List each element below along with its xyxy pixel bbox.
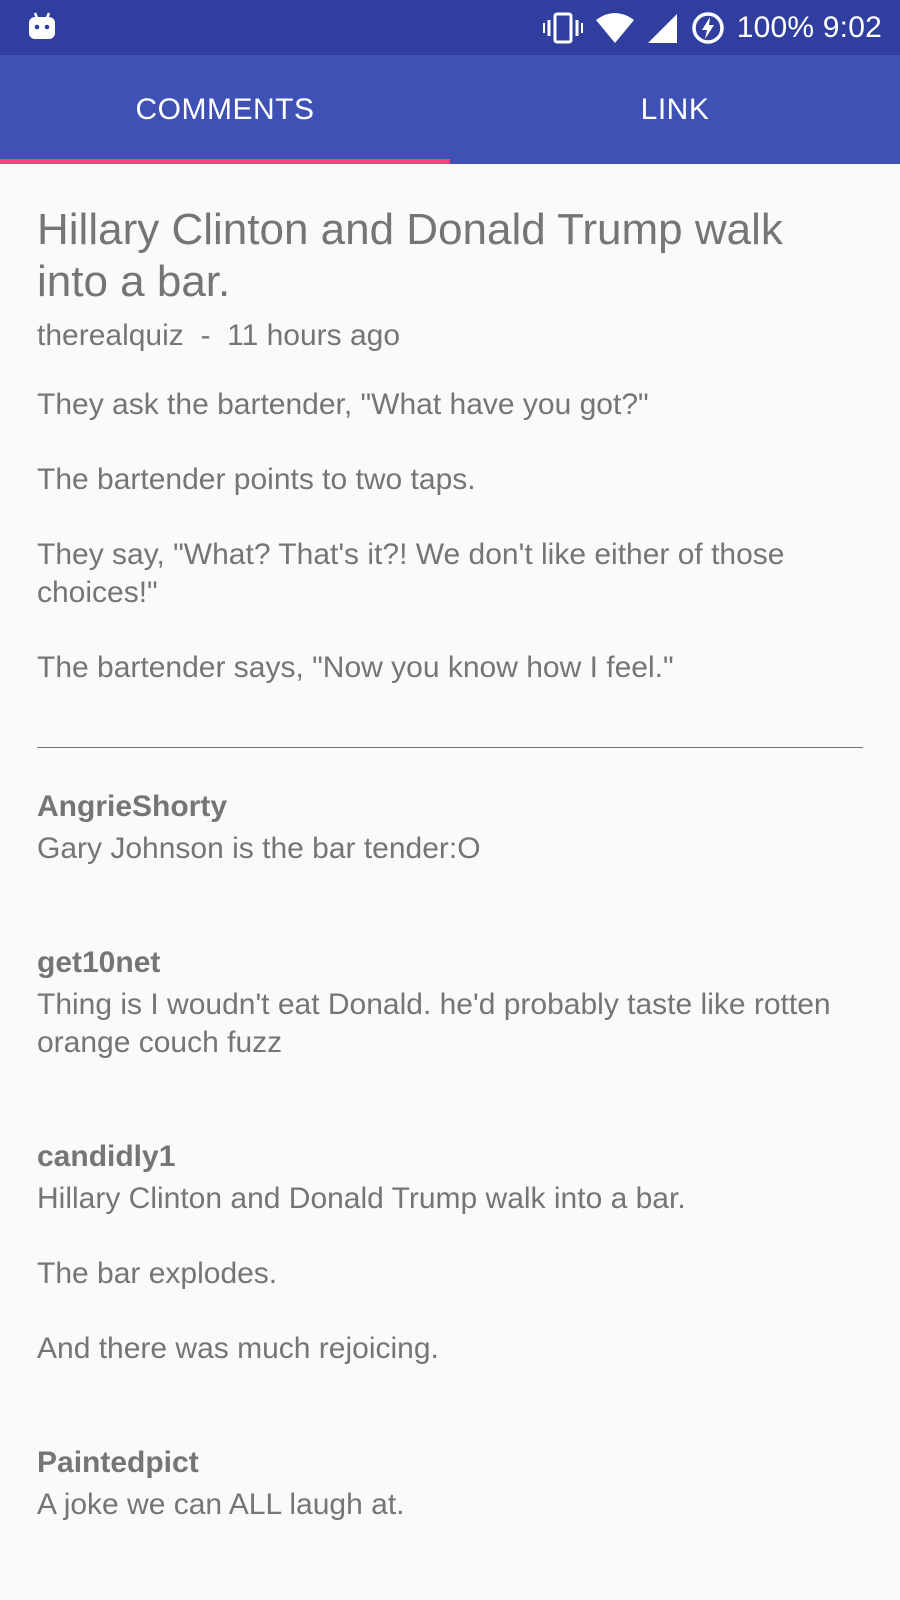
comment-author[interactable]: candidly1 [37,1138,863,1176]
tab-link[interactable]: LINK [450,55,900,164]
divider [37,747,863,748]
post-content: Hillary Clinton and Donald Trump walk in… [37,164,863,1524]
post-title: Hillary Clinton and Donald Trump walk in… [37,205,783,306]
comment-text: Gary Johnson is the bar tender:O [37,830,863,868]
tab-bar: COMMENTS LINK [0,55,900,164]
meta-separator: - [200,319,211,352]
comment: get10net Thing is I woudn't eat Donald. … [37,944,863,1062]
status-bar: 100% 9:02 [0,0,900,55]
wifi-icon [595,12,635,44]
tab-comments[interactable]: COMMENTS [0,55,450,164]
vibrate-icon [542,12,583,44]
comment-author[interactable]: Paintedpict [37,1444,863,1482]
clock: 9:02 [822,10,882,44]
post-time: 11 hours ago [227,319,401,352]
comment: AngrieShorty Gary Johnson is the bar ten… [37,788,863,868]
battery-charging-icon [691,11,725,45]
comment-paragraph: Thing is I woudn't eat Donald. he'd prob… [37,988,831,1059]
post-body-paragraph: The bartender points to two taps. [37,463,476,496]
comment-paragraph: A joke we can ALL laugh at. [37,1488,405,1521]
android-notification-icon [28,11,56,46]
comment-text: A joke we can ALL laugh at. [37,1486,863,1524]
comment: Paintedpict A joke we can ALL laugh at. [37,1444,863,1524]
comment-paragraph: The bar explodes. [37,1257,278,1290]
cell-signal-icon [647,12,679,44]
comment-paragraph: Gary Johnson is the bar tender:O [37,832,481,865]
post-body-paragraph: They ask the bartender, "What have you g… [37,388,649,421]
comment-paragraph: And there was much rejoicing. [37,1332,439,1365]
post-meta: therealquiz - 11 hours ago [37,316,863,356]
comment-text: Hillary Clinton and Donald Trump walk in… [37,1180,863,1368]
post-author[interactable]: therealquiz [37,319,184,352]
comment: candidly1 Hillary Clinton and Donald Tru… [37,1138,863,1368]
comment-text: Thing is I woudn't eat Donald. he'd prob… [37,986,863,1062]
battery-percentage: 100% [736,10,815,44]
post-body-paragraph: They say, "What? That's it?! We don't li… [37,538,785,609]
comment-author[interactable]: get10net [37,944,863,982]
comment-paragraph: Hillary Clinton and Donald Trump walk in… [37,1182,686,1215]
post-body-paragraph: The bartender says, "Now you know how I … [37,651,674,684]
comment-author[interactable]: AngrieShorty [37,788,863,826]
